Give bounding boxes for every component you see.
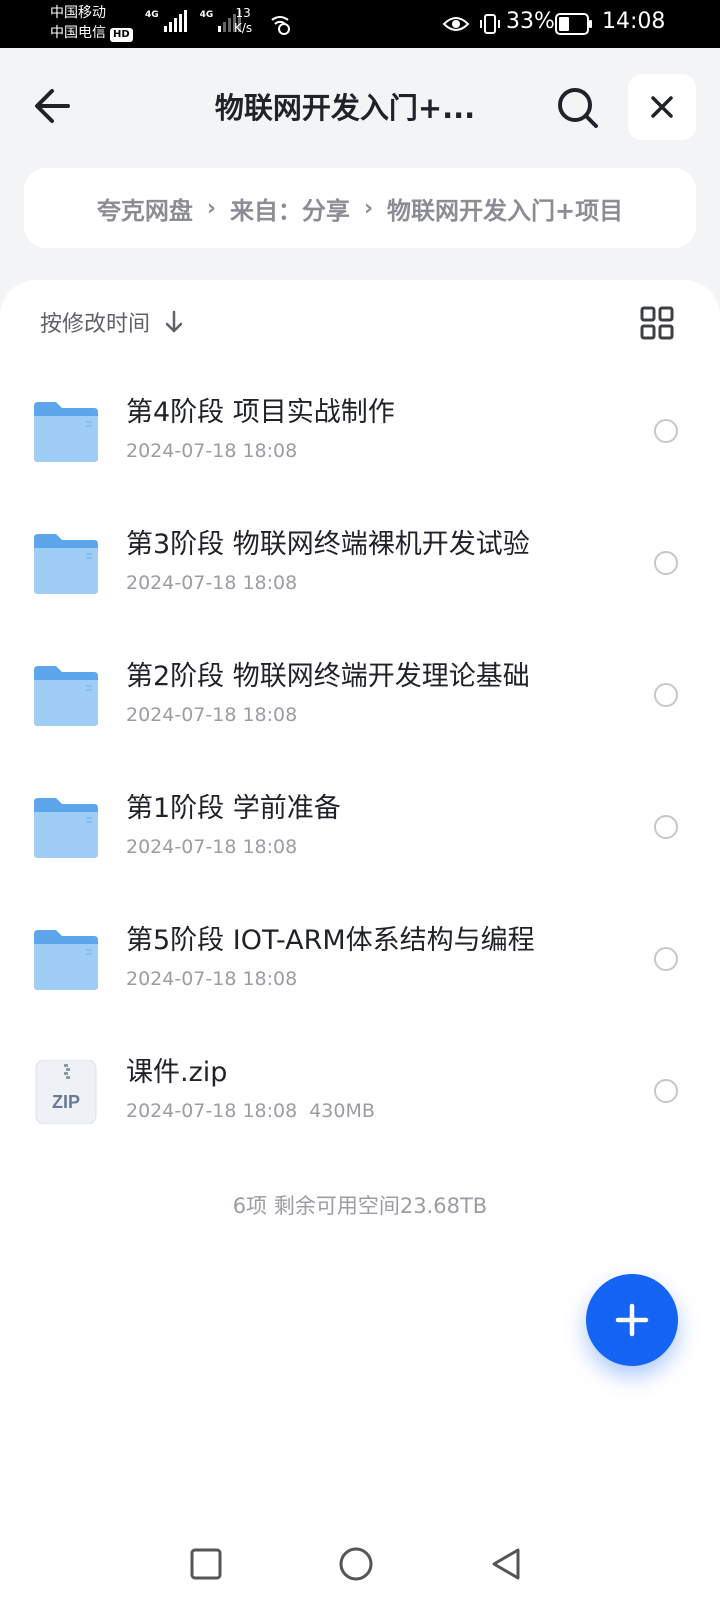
network-speed: 13 K/s [234,6,253,35]
grid-icon [640,306,674,340]
network-type-2: 4G [199,10,214,20]
breadcrumb: 夸克网盘 › 来自：分享 › 物联网开发入门+项目 [24,168,696,248]
breadcrumb-separator: › [206,195,216,221]
file-row[interactable]: 第3阶段 物联网终端裸机开发试验 2024-07-18 18:08 [0,504,720,636]
search-button[interactable] [556,86,600,130]
file-date: 2024-07-18 18:08 [126,704,298,726]
grid-view-button[interactable] [640,306,674,340]
carrier-info: 中国移动 中国电信 HD [50,3,133,43]
file-name: 第3阶段 物联网终端裸机开发试验 [126,529,530,560]
system-nav-bar [0,1520,720,1600]
file-list: 第4阶段 项目实战制作 2024-07-18 18:08 第3阶段 物联网终端裸… [0,372,720,1164]
select-checkbox[interactable] [654,683,678,707]
triangle-back-icon [492,1548,520,1580]
clock: 14:08 [602,9,666,34]
file-row[interactable]: 第2阶段 物联网终端开发理论基础 2024-07-18 18:08 [0,636,720,768]
breadcrumb-item-root[interactable]: 夸克网盘 [97,191,193,226]
hd-badge: HD [110,28,133,42]
zip-file-icon: ZIP [35,1060,97,1124]
carrier-1: 中国移动 [50,5,106,21]
file-name: 第2阶段 物联网终端开发理论基础 [126,661,530,692]
carrier-2: 中国电信 [50,25,106,41]
close-button[interactable] [628,74,696,140]
breadcrumb-separator: › [363,195,374,221]
file-date: 2024-07-18 18:08 [126,572,298,594]
sort-button[interactable]: 按修改时间 [40,306,184,338]
network-type-1: 4G [145,10,159,20]
folder-icon [34,930,98,990]
file-row[interactable]: 第5阶段 IOT-ARM体系结构与编程 2024-07-18 18:08 [0,900,720,1032]
status-bar: 中国移动 中国电信 HD 4G 4G 13 K/s 33% 14:08 [0,0,720,48]
folder-icon [34,666,98,726]
zip-icon-label: ZIP [52,1092,80,1112]
top-header: 物联网开发入门+... [0,48,720,166]
file-row[interactable]: 第1阶段 学前准备 2024-07-18 18:08 [0,768,720,900]
file-name: 课件.zip [126,1057,228,1088]
recents-button[interactable] [188,1546,224,1582]
file-row[interactable]: ZIP 课件.zip 2024-07-18 18:08 430MB [0,1032,720,1164]
vibrate-icon [480,14,500,34]
select-checkbox[interactable] [654,947,678,971]
search-icon [558,88,598,128]
add-button[interactable] [586,1274,678,1366]
close-icon [651,96,673,118]
select-checkbox[interactable] [654,1079,678,1103]
home-button[interactable] [338,1546,374,1582]
signal-indicators: 4G 4G [145,10,242,32]
file-meta: 2024-07-18 18:08 430MB [126,1098,375,1124]
file-meta: 2024-07-18 18:08 [126,966,297,992]
file-meta: 2024-07-18 18:08 [126,834,297,860]
file-name: 第1阶段 学前准备 [126,793,341,824]
file-meta: 2024-07-18 18:08 [126,570,297,596]
page-title: 物联网开发入门+... [214,91,476,125]
select-checkbox[interactable] [654,815,678,839]
file-browser-panel: 按修改时间 第4阶段 项目实战制作 2024-07-18 18:08 第3阶段 … [0,280,720,1600]
file-name: 第4阶段 项目实战制作 [126,397,395,428]
signal-bars-1-icon [163,10,187,32]
battery-icon [555,13,592,35]
folder-icon [34,402,98,462]
circle-icon [339,1547,373,1581]
breadcrumb-item-share[interactable]: 来自：分享 [230,191,350,226]
select-checkbox[interactable] [654,419,678,443]
eye-comfort-icon [442,17,470,31]
arrow-left-icon [35,89,70,123]
arrow-down-icon [165,310,183,333]
battery-percent: 33% [506,9,555,34]
back-button[interactable] [30,86,76,126]
file-row[interactable]: 第4阶段 项目实战制作 2024-07-18 18:08 [0,372,720,504]
sort-label: 按修改时间 [40,312,151,337]
file-size: 430MB [309,1100,375,1122]
square-icon [190,1548,222,1580]
file-date: 2024-07-18 18:08 [126,440,298,462]
file-date: 2024-07-18 18:08 [126,968,298,990]
file-date: 2024-07-18 18:08 [126,1100,298,1122]
wifi-calling-icon [271,16,290,35]
storage-summary: 6项 剩余可用空间23.68TB [232,1194,488,1218]
back-nav-button[interactable] [488,1546,524,1582]
breadcrumb-item-current: 物联网开发入门+项目 [387,196,624,225]
file-meta: 2024-07-18 18:08 [126,438,297,464]
file-meta: 2024-07-18 18:08 [126,702,297,728]
folder-icon [34,798,98,858]
plus-icon [615,1303,649,1337]
select-checkbox[interactable] [654,551,678,575]
file-name: 第5阶段 IOT-ARM体系结构与编程 [126,925,535,956]
folder-icon [34,534,98,594]
file-date: 2024-07-18 18:08 [126,836,298,858]
